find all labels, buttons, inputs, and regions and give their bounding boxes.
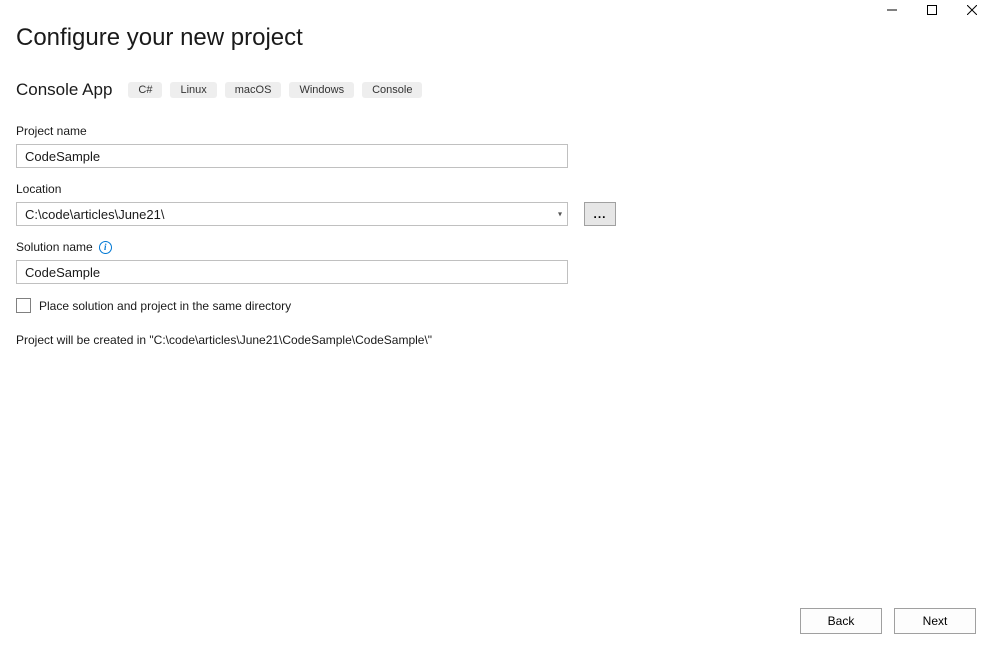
browse-button[interactable]: ... [584,202,616,226]
project-name-input[interactable] [16,144,568,168]
same-directory-checkbox[interactable] [16,298,31,313]
info-icon[interactable]: i [99,241,112,254]
template-name: Console App [16,80,112,100]
maximize-icon [927,5,937,15]
template-row: Console App C# Linux macOS Windows Conso… [16,80,976,100]
template-tags: C# Linux macOS Windows Console [128,82,422,98]
location-label: Location [16,182,976,196]
minimize-icon [887,5,897,15]
next-button[interactable]: Next [894,608,976,634]
tag-linux: Linux [170,82,216,98]
solution-name-label: Solution name [16,240,93,254]
project-name-label: Project name [16,124,976,138]
solution-name-input[interactable] [16,260,568,284]
close-button[interactable] [952,0,992,20]
page-title: Configure your new project [16,24,976,52]
tag-csharp: C# [128,82,162,98]
footer: Back Next [800,608,976,634]
same-directory-label: Place solution and project in the same d… [39,299,291,313]
minimize-button[interactable] [872,0,912,20]
tag-console: Console [362,82,422,98]
path-preview: Project will be created in "C:\code\arti… [16,333,976,347]
location-input[interactable] [16,202,568,226]
close-icon [967,5,977,15]
maximize-button[interactable] [912,0,952,20]
window-titlebar [872,0,992,20]
tag-windows: Windows [289,82,354,98]
tag-macos: macOS [225,82,282,98]
back-button[interactable]: Back [800,608,882,634]
